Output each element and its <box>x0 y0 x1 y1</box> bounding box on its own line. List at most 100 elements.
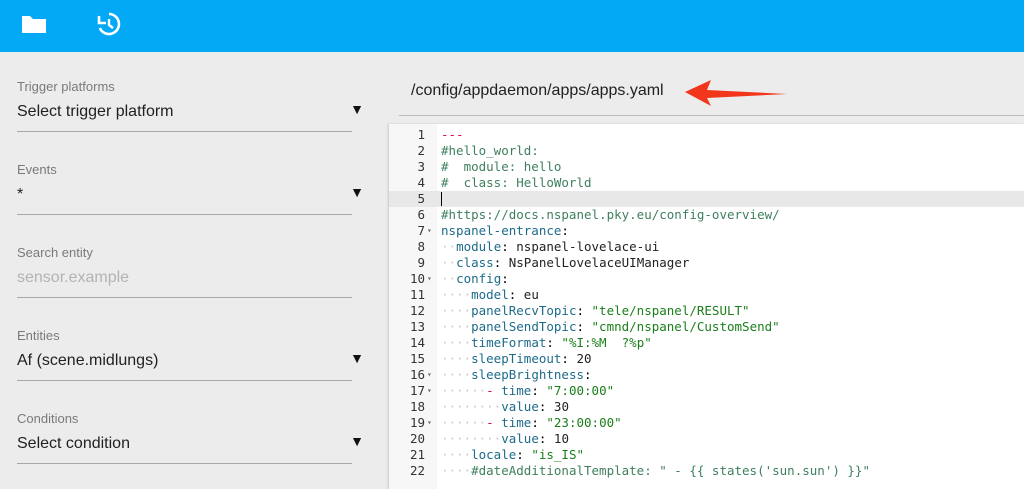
line-number: 15 <box>409 351 425 366</box>
line-number: 5 <box>417 191 425 206</box>
code-text: ··module: nspanel-lovelace-ui <box>441 239 660 254</box>
line-number: 12 <box>409 303 425 318</box>
line-number: 22 <box>409 463 425 478</box>
code-line[interactable]: 17 ▾ ······- time: "7:00:00" <box>389 383 1024 399</box>
dropdown-arrow-icon[interactable]: ▼ <box>350 101 364 117</box>
history-icon[interactable] <box>92 8 124 40</box>
conditions-select[interactable]: Conditions Select condition ▼ <box>17 411 364 464</box>
code-line[interactable]: 10 ▾ ··config: <box>389 271 1024 287</box>
code-text: # class: HelloWorld <box>441 175 592 190</box>
line-number: 6 <box>417 207 425 222</box>
code-line[interactable]: 1 --- <box>389 127 1024 143</box>
code-text: ··class: NsPanelLovelaceUIManager <box>441 255 690 270</box>
line-number: 14 <box>409 335 425 350</box>
fold-toggle-icon[interactable]: ▾ <box>427 223 432 239</box>
line-number: 1 <box>417 127 425 142</box>
top-app-bar <box>0 0 1024 52</box>
search-entity-placeholder[interactable]: sensor.example <box>17 269 129 287</box>
line-number: 13 <box>409 319 425 334</box>
code-editor[interactable]: 1 --- 2 #hello_world: 3 # module: hello 4 # cla… <box>389 124 1024 489</box>
pointer-arrow-icon <box>685 80 787 106</box>
line-number: 20 <box>409 431 425 446</box>
code-line[interactable]: 21 ····locale: "is_IS" <box>389 447 1024 463</box>
path-underline <box>399 115 1024 116</box>
code-line[interactable]: 14 ····timeFormat: "%I:%M ?%p" <box>389 335 1024 351</box>
code-line[interactable]: 5 <box>389 191 1024 207</box>
file-path: /config/appdaemon/apps/apps.yaml <box>411 82 664 99</box>
code-line[interactable]: 19 ▾ ······- time: "23:00:00" <box>389 415 1024 431</box>
code-line[interactable]: 18 ········value: 30 <box>389 399 1024 415</box>
line-number: 18 <box>409 399 425 414</box>
code-text: ····sleepBrightness: <box>441 367 592 382</box>
automation-sidebar: Trigger platforms Select trigger platfor… <box>0 52 388 489</box>
code-line[interactable]: 12 ····panelRecvTopic: "tele/nspanel/RESU… <box>389 303 1024 319</box>
dropdown-arrow-icon[interactable]: ▼ <box>350 350 364 366</box>
conditions-value: Select condition <box>17 435 130 452</box>
dropdown-arrow-icon[interactable]: ▼ <box>350 433 364 449</box>
code-line[interactable]: 6 #https://docs.nspanel.pky.eu/config-ove… <box>389 207 1024 223</box>
line-number: 10 <box>409 271 425 286</box>
code-text: #https://docs.nspanel.pky.eu/config-over… <box>441 207 780 222</box>
code-line[interactable]: 8 ··module: nspanel-lovelace-ui <box>389 239 1024 255</box>
code-line[interactable]: 11 ····model: eu <box>389 287 1024 303</box>
trigger-platform-label: Trigger platforms <box>17 79 115 94</box>
fold-toggle-icon[interactable]: ▾ <box>427 367 432 383</box>
dropdown-arrow-icon[interactable]: ▼ <box>350 184 364 200</box>
code-text: ········value: 30 <box>441 399 569 414</box>
events-label: Events <box>17 162 57 177</box>
line-number: 16 <box>409 367 425 382</box>
events-value: * <box>17 186 24 203</box>
entities-select[interactable]: Entities Af (scene.midlungs) ▼ <box>17 328 364 381</box>
line-number: 4 <box>417 175 425 190</box>
entities-value: Af (scene.midlungs) <box>17 352 159 369</box>
field-underline <box>17 297 352 298</box>
entities-label: Entities <box>17 328 60 343</box>
line-number: 8 <box>417 239 425 254</box>
code-text: ····panelSendTopic: "cmnd/nspanel/Custom… <box>441 319 780 334</box>
line-number: 3 <box>417 159 425 174</box>
conditions-label: Conditions <box>17 411 79 426</box>
code-text: #hello_world: <box>441 143 539 158</box>
search-entity-input[interactable]: Search entity sensor.example <box>17 245 352 298</box>
trigger-platform-select[interactable]: Trigger platforms Select trigger platfor… <box>17 79 364 132</box>
search-entity-label: Search entity <box>17 245 93 260</box>
file-path-bar: /config/appdaemon/apps/apps.yaml <box>399 68 1024 116</box>
code-line[interactable]: 15 ····sleepTimeout: 20 <box>389 351 1024 367</box>
line-number: 21 <box>409 447 425 462</box>
code-text: --- <box>441 127 464 142</box>
code-text: ······- time: "7:00:00" <box>441 383 615 398</box>
code-text: nspanel-entrance: <box>441 223 569 238</box>
line-number: 11 <box>409 287 425 302</box>
field-underline <box>17 380 352 381</box>
code-line[interactable]: 16 ▾ ····sleepBrightness: <box>389 367 1024 383</box>
code-text: # module: hello <box>441 159 562 174</box>
code-line[interactable]: 13 ····panelSendTopic: "cmnd/nspanel/Cust… <box>389 319 1024 335</box>
code-line[interactable]: 22 ····#dateAdditionalTemplate: " - {{ st… <box>389 463 1024 479</box>
code-text: ····panelRecvTopic: "tele/nspanel/RESULT… <box>441 303 750 318</box>
code-line[interactable]: 7 ▾ nspanel-entrance: <box>389 223 1024 239</box>
folder-icon[interactable] <box>18 8 50 40</box>
field-underline <box>17 214 352 215</box>
code-text: ······- time: "23:00:00" <box>441 415 622 430</box>
code-text: ····model: eu <box>441 287 539 302</box>
field-underline <box>17 463 352 464</box>
fold-toggle-icon[interactable]: ▾ <box>427 271 432 287</box>
fold-toggle-icon[interactable]: ▾ <box>427 383 432 399</box>
code-text: ····timeFormat: "%I:%M ?%p" <box>441 335 652 350</box>
code-line[interactable]: 20 ········value: 10 <box>389 431 1024 447</box>
code-text: ··config: <box>441 271 509 286</box>
trigger-platform-value: Select trigger platform <box>17 103 174 120</box>
code-text: ····sleepTimeout: 20 <box>441 351 592 366</box>
line-number: 2 <box>417 143 425 158</box>
line-number: 17 <box>409 383 425 398</box>
text-cursor <box>441 192 442 206</box>
code-line[interactable]: 3 # module: hello <box>389 159 1024 175</box>
events-select[interactable]: Events * ▼ <box>17 162 364 215</box>
code-line[interactable]: 2 #hello_world: <box>389 143 1024 159</box>
fold-toggle-icon[interactable]: ▾ <box>427 415 432 431</box>
line-number: 7 <box>417 223 425 238</box>
code-line[interactable]: 9 ··class: NsPanelLovelaceUIManager <box>389 255 1024 271</box>
code-text: ····#dateAdditionalTemplate: " - {{ stat… <box>441 463 870 478</box>
code-line[interactable]: 4 # class: HelloWorld <box>389 175 1024 191</box>
code-text: ····locale: "is_IS" <box>441 447 585 462</box>
